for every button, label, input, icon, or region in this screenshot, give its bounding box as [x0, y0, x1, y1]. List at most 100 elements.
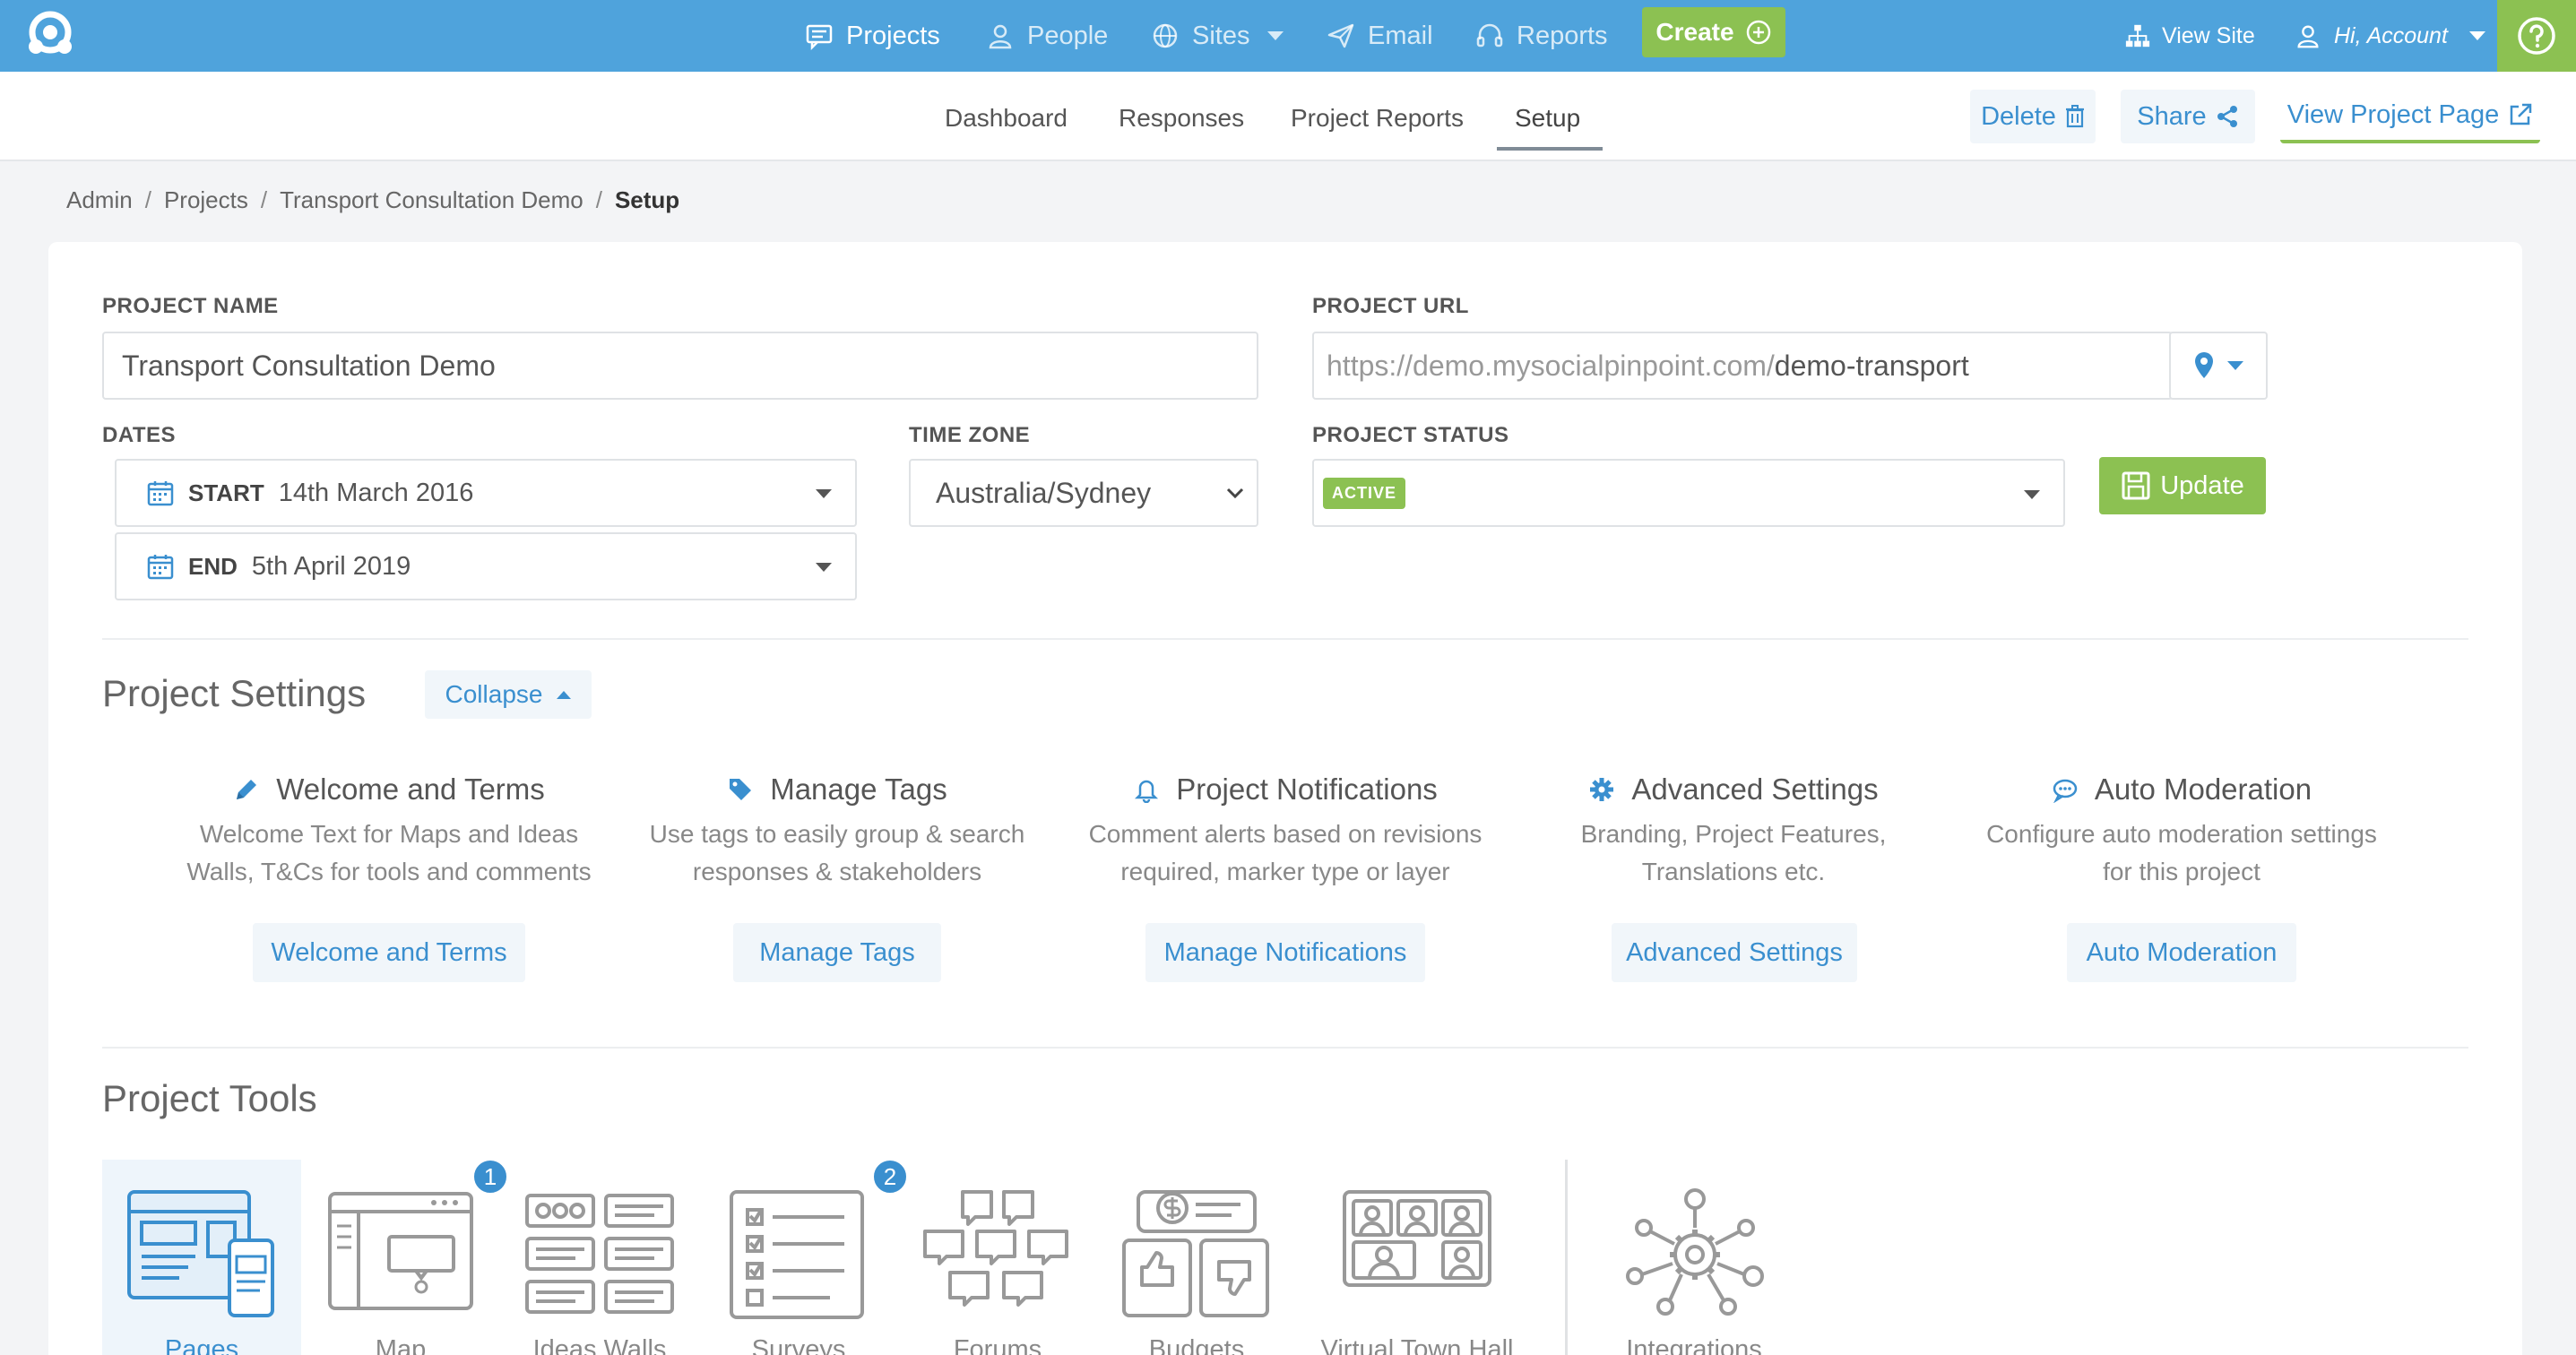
breadcrumb-projects[interactable]: Projects: [164, 186, 248, 214]
nav-reports[interactable]: Reports: [1475, 0, 1608, 72]
tool-label: Surveys: [751, 1335, 846, 1355]
nav-email[interactable]: Email: [1327, 0, 1433, 72]
tool-surveys[interactable]: Surveys: [699, 1160, 898, 1355]
nav-people-label: People: [1027, 21, 1109, 50]
user-icon: [2297, 25, 2319, 48]
welcome-terms-button[interactable]: Welcome and Terms: [253, 923, 525, 982]
breadcrumb-admin[interactable]: Admin: [66, 186, 133, 214]
breadcrumb-separator: /: [260, 186, 268, 213]
pencil-icon: [237, 780, 257, 799]
delete-button[interactable]: Delete: [1970, 90, 2096, 143]
project-name-input[interactable]: Transport Consultation Demo: [102, 332, 1258, 400]
map-tool-icon: [328, 1192, 473, 1310]
active-tab-indicator: [1497, 147, 1603, 151]
setting-description: Branding, Project Features,: [1580, 820, 1887, 848]
chat-icon: [806, 24, 833, 50]
social-pinpoint-logo-icon[interactable]: [22, 9, 79, 63]
tool-map[interactable]: Map: [301, 1160, 500, 1355]
tag-icon: [730, 779, 752, 800]
setting-description: Walls, T&Cs for tools and comments: [186, 858, 592, 885]
account-menu[interactable]: Hi, Account: [2295, 0, 2485, 72]
section-divider: [102, 638, 2468, 640]
project-status-select[interactable]: ACTIVE: [1312, 459, 2065, 527]
tool-forums[interactable]: Forums: [898, 1160, 1097, 1355]
nav-projects[interactable]: Projects: [805, 0, 940, 72]
setting-description: Configure auto moderation settings: [1986, 820, 2377, 848]
globe-icon: [1153, 23, 1178, 48]
setting-title: Welcome and Terms: [276, 772, 545, 806]
auto-moderation-button[interactable]: Auto Moderation: [2067, 923, 2296, 982]
setting-auto-moderation: Auto Moderation Configure auto moderatio…: [1958, 771, 2406, 891]
pages-icon: [127, 1190, 274, 1317]
url-location-dropdown[interactable]: [2169, 332, 2268, 400]
setting-welcome-terms: Welcome and Terms Welcome Text for Maps …: [165, 771, 613, 891]
tool-virtual-town-hall[interactable]: Virtual Town Hall: [1296, 1160, 1538, 1355]
tool-label: Virtual Town Hall: [1320, 1335, 1514, 1355]
save-icon: [2122, 471, 2150, 500]
tab-setup[interactable]: Setup: [1515, 104, 1580, 133]
timezone-select[interactable]: Australia/Sydney: [909, 459, 1258, 527]
view-project-page-label: View Project Page: [2286, 99, 2500, 129]
tab-project-reports[interactable]: Project Reports: [1291, 104, 1464, 133]
breadcrumb: Admin / Projects / Transport Consultatio…: [66, 186, 679, 214]
account-label: Hi, Account: [2334, 22, 2448, 48]
share-button-label: Share: [2137, 101, 2207, 131]
update-button[interactable]: Update: [2099, 457, 2266, 514]
tool-budgets[interactable]: Budgets: [1097, 1160, 1296, 1355]
forum-bubbles-icon: [923, 1190, 1068, 1307]
tab-dashboard[interactable]: Dashboard: [945, 104, 1068, 133]
setting-title: Advanced Settings: [1631, 772, 1879, 806]
setting-description: responses & stakeholders: [692, 858, 982, 885]
tool-label: Pages: [164, 1335, 239, 1355]
tool-label: Ideas Walls: [532, 1335, 667, 1355]
start-date-value: 14th March 2016: [278, 478, 474, 507]
map-pin-icon: [2195, 352, 2213, 378]
collapse-button[interactable]: Collapse: [425, 670, 592, 719]
setting-description: for this project: [2103, 858, 2260, 885]
delete-button-label: Delete: [1981, 101, 2056, 131]
nav-sites[interactable]: Sites: [1151, 0, 1284, 72]
setting-title: Project Notifications: [1176, 772, 1438, 806]
calendar-icon: [147, 555, 174, 580]
question-icon: [2518, 17, 2555, 55]
tool-pages[interactable]: Pages: [102, 1160, 301, 1355]
top-navbar: Projects People Sites Email Reports Crea…: [0, 0, 2576, 72]
timezone-value: Australia/Sydney: [936, 476, 1152, 509]
start-date-picker[interactable]: START 14th March 2016: [115, 459, 857, 527]
tool-label: Integrations: [1626, 1335, 1762, 1355]
project-settings-title: Project Settings: [102, 672, 367, 714]
update-button-label: Update: [2160, 470, 2244, 500]
end-date-picker[interactable]: END 5th April 2019: [115, 532, 857, 600]
manage-tags-button[interactable]: Manage Tags: [733, 923, 941, 982]
trash-icon: [2065, 105, 2084, 128]
share-icon: [2217, 106, 2237, 127]
tool-label: Forums: [953, 1335, 1042, 1355]
nav-people[interactable]: People: [986, 0, 1108, 72]
section-divider: [102, 1047, 2468, 1049]
share-button[interactable]: Share: [2121, 90, 2255, 143]
breadcrumb-separator: /: [595, 186, 602, 213]
end-keyword: END: [188, 552, 238, 580]
create-button[interactable]: Create: [1642, 7, 1785, 57]
chevron-down-icon: [2024, 490, 2040, 499]
advanced-settings-button[interactable]: Advanced Settings: [1612, 923, 1857, 982]
user-icon: [989, 24, 1012, 49]
collapse-button-label: Collapse: [445, 680, 543, 708]
view-site-link[interactable]: View Site: [2124, 0, 2255, 72]
tool-integrations[interactable]: Integrations: [1586, 1160, 1802, 1355]
dates-label: DATES: [102, 423, 177, 447]
breadcrumb-project[interactable]: Transport Consultation Demo: [280, 186, 583, 214]
bell-icon: [1135, 780, 1159, 803]
setting-description: required, marker type or layer: [1120, 858, 1450, 885]
chevron-down-icon: [1267, 31, 1284, 40]
view-project-page-button[interactable]: View Project Page: [2280, 90, 2540, 143]
setting-title: Manage Tags: [770, 772, 947, 806]
tab-responses[interactable]: Responses: [1119, 104, 1244, 133]
tool-ideas-walls[interactable]: Ideas Walls: [500, 1160, 699, 1355]
help-button[interactable]: [2497, 0, 2576, 72]
setting-description: Use tags to easily group & search: [649, 820, 1025, 848]
chevron-down-icon: [1226, 488, 1244, 499]
project-url-input[interactable]: https://demo.mysocialpinpoint.com/ demo-…: [1312, 332, 2173, 400]
headset-icon: [1476, 23, 1503, 47]
manage-notifications-button[interactable]: Manage Notifications: [1145, 923, 1425, 982]
